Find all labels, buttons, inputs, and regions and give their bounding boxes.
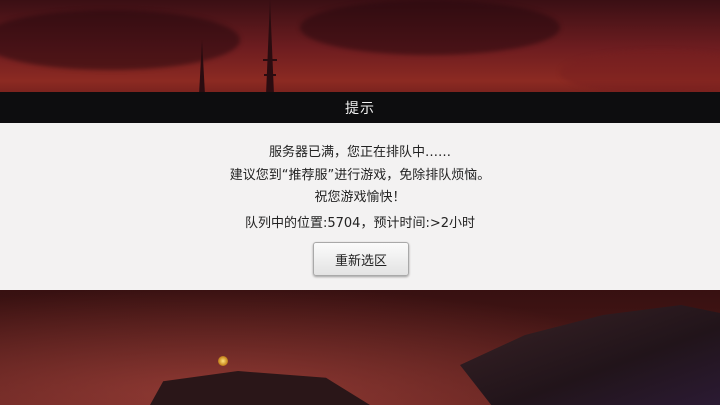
queue-position-text: 队列中的位置:5704，预计时间:>2小时 bbox=[244, 216, 475, 231]
server-full-message: 服务器已满，您正在排队中…… bbox=[268, 145, 451, 160]
cloud bbox=[300, 0, 560, 55]
glowing-orb bbox=[218, 356, 228, 366]
recommend-message: 建议您到“推荐服”进行游戏，免除排队烦恼。 bbox=[229, 168, 491, 183]
greeting-message: 祝您游戏愉快！ bbox=[314, 190, 406, 205]
tower-silhouette bbox=[263, 0, 277, 95]
tower-silhouette bbox=[199, 40, 205, 95]
dialog-title: 提示 bbox=[345, 100, 375, 117]
reselect-server-button[interactable]: 重新选区 bbox=[313, 242, 409, 276]
dialog-header: 提示 bbox=[0, 92, 720, 123]
